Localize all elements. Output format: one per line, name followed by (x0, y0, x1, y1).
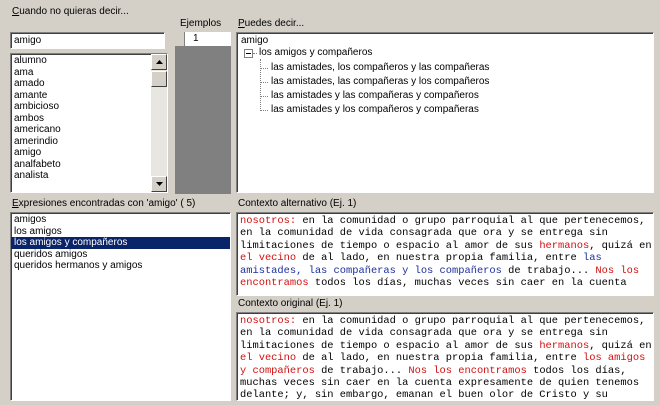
context-text-run: en la comunidad de vida consagrada que o… (240, 227, 608, 240)
arrow-down-icon (156, 182, 163, 186)
examples-label: Ejemplos (180, 18, 222, 29)
word-list-item[interactable]: amerindio (11, 136, 146, 148)
context-text-run: limitaciones de tiempo o espacio al amor… (240, 339, 540, 352)
context-text-run: de trabajo... (314, 364, 409, 377)
tree-collapse-icon[interactable] (244, 49, 253, 58)
expression-item[interactable]: queridos amigos (11, 249, 230, 261)
highlighted-text: las (582, 252, 602, 265)
highlighted-text: Nos los encontramos (408, 364, 527, 377)
tree-child-item[interactable]: las amistades y las compañeras y compañe… (271, 90, 479, 102)
highlighted-text: hermanos (539, 339, 590, 352)
context-text-run: de trabajo... (501, 264, 596, 277)
orig-context-label: Contexto original (Ej. 1) (238, 298, 343, 309)
word-list-item[interactable]: ambos (11, 113, 146, 125)
examples-value[interactable]: 1 (185, 32, 231, 46)
word-list-item[interactable]: alumno (11, 55, 146, 67)
highlighted-text: hermanos (539, 239, 590, 252)
orig-context-text[interactable]: nosotros: en la comunidad o grupo parroq… (236, 312, 654, 401)
context-text-run: , quizá en (589, 239, 652, 252)
word-list-item[interactable]: ambicioso (11, 101, 146, 113)
scroll-thumb[interactable] (151, 71, 167, 87)
tree-node-label: los amigos y compañeros (259, 47, 373, 58)
scroll-up-button[interactable] (151, 54, 167, 70)
word-list[interactable]: alumno ama amado amante ambicioso ambos americ… (10, 53, 168, 193)
highlighted-text: nosotros: (240, 215, 297, 227)
context-text-run: delante; y, sin embargo, emanan el buen … (240, 389, 608, 401)
expression-item[interactable]: amigos (11, 214, 230, 226)
alt-context-text[interactable]: nosotros: en la comunidad o grupo parroq… (236, 212, 654, 296)
word-list-item[interactable]: amigo (11, 147, 146, 159)
highlighted-text: los amigos (582, 352, 646, 365)
context-text-run: todos los días, (526, 364, 627, 377)
highlighted-text: nosotros: (240, 315, 297, 327)
context-text-run: , quizá en (589, 339, 652, 352)
tree-child-item[interactable]: las amistades, las compañeras y los comp… (271, 76, 489, 88)
context-text-run: todos los días, muchas veces sin caer en… (308, 277, 627, 290)
word-list-item[interactable]: americano (11, 124, 146, 136)
scroll-down-button[interactable] (151, 176, 167, 192)
arrow-up-icon (156, 60, 163, 64)
alt-context-label: Contexto alternativo (Ej. 1) (238, 198, 357, 209)
word-list-item[interactable]: analfabeto (11, 159, 146, 171)
word-list-item[interactable]: ama (11, 67, 146, 79)
examples-row-header (175, 32, 185, 46)
context-text-run: en la comunidad o grupo parroquial al qu… (296, 215, 646, 227)
alternatives-label: Puedes decir... (238, 18, 305, 29)
context-text-run: en la comunidad o grupo parroquial al qu… (296, 315, 646, 327)
tree-node[interactable]: los amigos y compañeros (259, 47, 372, 59)
context-text-run: limitaciones de tiempo o espacio al amor… (240, 239, 540, 252)
tree-child-item[interactable]: las amistades y los compañeros y compañe… (271, 104, 479, 116)
word-list-item[interactable]: amante (11, 90, 146, 102)
examples-value-text: 1 (193, 33, 199, 44)
context-text-run: de al lado, en nuestra propia familia, e… (296, 252, 583, 265)
search-input[interactable]: amigo (10, 32, 165, 49)
highlighted-text: el vecino (240, 252, 297, 265)
search-label: Cuando no quieras decir... (12, 6, 129, 17)
highlighted-text: Nos los (595, 264, 640, 277)
expression-item[interactable]: los amigos (11, 226, 230, 238)
word-list-scrollbar[interactable] (151, 54, 167, 192)
tree-root-label: amigo (241, 35, 269, 46)
expression-item[interactable]: queridos hermanos y amigos (11, 260, 230, 272)
word-list-item[interactable]: analista (11, 170, 146, 182)
highlighted-text: y compañeros (240, 364, 315, 377)
expression-item[interactable]: los amigos y compañeros (11, 237, 230, 249)
tree-child-item[interactable]: las amistades, los compañeros y las comp… (271, 62, 489, 74)
tree-root[interactable]: amigo (241, 35, 268, 47)
expressions-label: Expresiones encontradas con 'amigo' ( 5) (12, 198, 196, 209)
search-input-value: amigo (14, 35, 42, 46)
highlighted-text: encontramos (240, 277, 309, 290)
context-text-run: en la comunidad de vida consagrada que o… (240, 327, 608, 340)
examples-pane (175, 32, 231, 194)
word-list-item[interactable]: amado (11, 78, 146, 90)
highlighted-text: el vecino (240, 352, 297, 365)
context-text-run: de al lado, en nuestra propia familia, e… (296, 352, 583, 365)
highlighted-text: amistades, las compañeras y los compañer… (240, 264, 502, 277)
alternatives-tree[interactable]: amigo los amigos y compañeros las amista… (236, 32, 654, 193)
context-text-run: muchas veces sin caer en la cuenta expre… (240, 377, 640, 390)
expressions-list[interactable]: amigos los amigos los amigos y compañeros q… (10, 212, 231, 401)
